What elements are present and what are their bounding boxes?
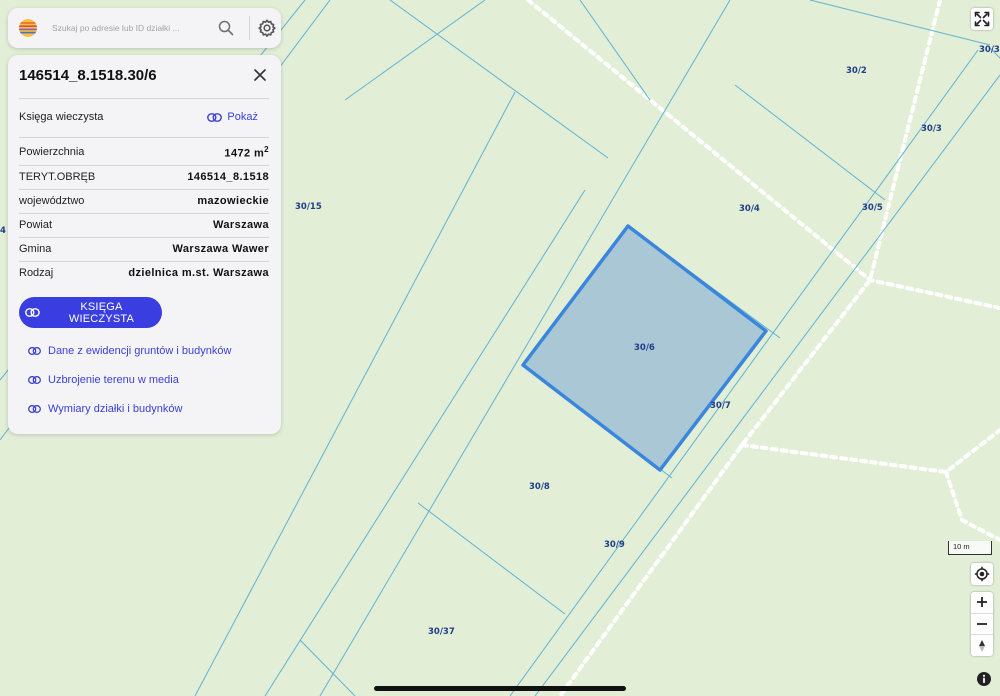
attr-row-commune: Gmina Warszawa Wawer <box>19 239 269 259</box>
divider <box>19 137 269 138</box>
land-register-button[interactable]: KSIĘGA WIECZYSTA <box>19 297 162 328</box>
attr-label: Powierzchnia <box>19 146 85 158</box>
parcel-info-panel: 146514_8.1518.30/6 Księga wieczysta Poka… <box>8 55 281 434</box>
parcel-label: 4 <box>0 226 6 236</box>
divider <box>19 213 269 214</box>
gear-icon[interactable] <box>257 18 277 38</box>
kw-row: Księga wieczysta Pokaż <box>19 107 269 127</box>
map-scale-bar: 10 m <box>948 541 992 555</box>
attr-row-teryt: TERYT.OBRĘB 146514_8.1518 <box>19 167 269 187</box>
parcel-label: 30/15 <box>295 202 322 212</box>
kw-label: Księga wieczysta <box>19 111 104 123</box>
parcel-label: 30/6 <box>634 343 655 353</box>
fullscreen-button[interactable] <box>971 8 993 30</box>
attr-row-type: Rodzaj dzielnica m.st. Warszawa <box>19 263 269 283</box>
attr-label: Powiat <box>19 219 53 231</box>
attr-row-county: Powiat Warszawa <box>19 215 269 235</box>
zoom-out-button[interactable] <box>971 614 993 636</box>
parcel-label: 30/9 <box>604 540 625 550</box>
info-icon <box>982 674 986 683</box>
attr-value: mazowieckie <box>197 195 269 207</box>
parcel-label: 30/36 <box>979 45 1000 55</box>
fullscreen-icon <box>974 11 990 27</box>
link-land-records[interactable]: Dane z ewidencji gruntów i budynków <box>28 345 231 357</box>
divider <box>19 237 269 238</box>
zoom-control <box>971 592 993 656</box>
attr-value: 146514_8.1518 <box>187 171 269 183</box>
search-divider <box>249 16 250 40</box>
attr-label: Rodzaj <box>19 267 54 279</box>
attr-value: Warszawa <box>213 219 269 231</box>
link-icon <box>25 308 40 317</box>
locate-button[interactable] <box>971 563 993 585</box>
link-icon <box>28 405 41 413</box>
link-icon <box>28 376 41 384</box>
attr-label: województwo <box>19 195 85 207</box>
locate-icon <box>974 566 990 582</box>
app-logo-icon[interactable] <box>19 19 37 37</box>
zoom-in-button[interactable] <box>971 592 993 614</box>
link-label: Wymiary działki i budynków <box>48 403 183 415</box>
attr-value: dzielnica m.st. Warszawa <box>128 267 269 279</box>
link-label: Dane z ewidencji gruntów i budynków <box>48 345 232 357</box>
parcel-label: 30/4 <box>739 204 760 214</box>
zoom-in-icon <box>977 597 987 608</box>
kw-show-label: Pokaż <box>227 111 258 123</box>
info-button[interactable] <box>977 672 991 686</box>
parcel-label: 30/37 <box>428 627 455 637</box>
parcel-label: 30/7 <box>710 401 731 411</box>
attr-row-area: Powierzchnia 1472 m2 <box>19 142 269 162</box>
kw-show-link[interactable]: Pokaż <box>207 111 258 123</box>
attr-row-voivodeship: województwo mazowieckie <box>19 191 269 211</box>
search-icon[interactable] <box>217 19 235 37</box>
divider <box>19 165 269 166</box>
home-indicator <box>374 686 626 691</box>
attr-value: Warszawa Wawer <box>172 243 269 255</box>
attr-label: TERYT.OBRĘB <box>19 171 96 183</box>
parcel-label: 30/2 <box>846 66 867 76</box>
parcel-label: 30/3 <box>921 124 942 134</box>
compass-button[interactable] <box>971 635 993 656</box>
divider <box>19 261 269 262</box>
parcel-label: 30/5 <box>862 203 883 213</box>
close-icon[interactable] <box>252 67 268 83</box>
link-label: Uzbrojenie terenu w media <box>48 374 179 386</box>
link-dimensions[interactable]: Wymiary działki i budynków <box>28 403 182 415</box>
attr-label: Gmina <box>19 243 52 255</box>
compass-icon <box>979 639 985 652</box>
zoom-out-icon <box>977 623 987 625</box>
parcel-label: 30/8 <box>529 482 550 492</box>
link-icon <box>28 347 41 355</box>
divider <box>19 189 269 190</box>
attr-value: 1472 m2 <box>224 144 269 160</box>
search-input[interactable] <box>50 22 204 34</box>
link-utilities[interactable]: Uzbrojenie terenu w media <box>28 374 179 386</box>
land-register-button-label: KSIĘGA WIECZYSTA <box>68 300 135 325</box>
search-bar <box>8 8 281 48</box>
panel-title: 146514_8.1518.30/6 <box>19 67 157 84</box>
link-icon <box>207 112 223 122</box>
divider <box>19 98 269 99</box>
